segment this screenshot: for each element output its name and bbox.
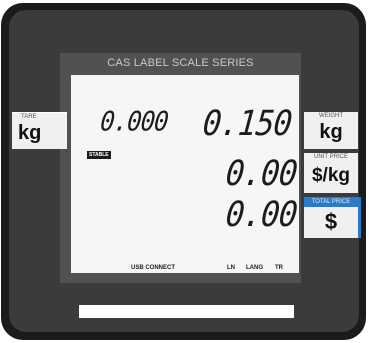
lang-indicator: LANG (246, 265, 263, 271)
unit-price-label: UNIT PRICE (314, 154, 348, 160)
lcd-screen: 0.000 STABLE 0.150 0.00 0.00 USB CONNECT… (71, 75, 299, 273)
total-price-readout: 0.00 (224, 194, 299, 235)
tare-panel: TARE kg (12, 112, 67, 149)
stable-indicator: STABLE (87, 151, 111, 159)
unit-price-panel: UNIT PRICE $/kg (304, 153, 358, 193)
total-price-unit: $ (324, 209, 338, 234)
tr-indicator: TR (275, 265, 283, 271)
weight-readout: 0.150 (201, 103, 294, 144)
scale-model-title: CAS LABEL SCALE SERIES (107, 57, 254, 69)
tare-readout: 0.000 (99, 105, 170, 137)
unit-price-readout: 0.00 (224, 153, 299, 194)
total-price-panel: TOTAL PRICE $ (304, 197, 361, 238)
usb-connect-indicator: USB CONNECT (131, 265, 176, 271)
label-output-slot (79, 305, 294, 318)
weight-unit: kg (319, 121, 343, 143)
tare-label: TARE (21, 114, 37, 120)
weight-label: WEIGHT (319, 113, 343, 119)
tare-unit: kg (18, 122, 42, 144)
ln-indicator: LN (227, 265, 235, 271)
weight-panel: WEIGHT kg (304, 112, 358, 149)
unit-price-unit: $/kg (311, 165, 351, 186)
total-price-label: TOTAL PRICE (304, 197, 358, 207)
